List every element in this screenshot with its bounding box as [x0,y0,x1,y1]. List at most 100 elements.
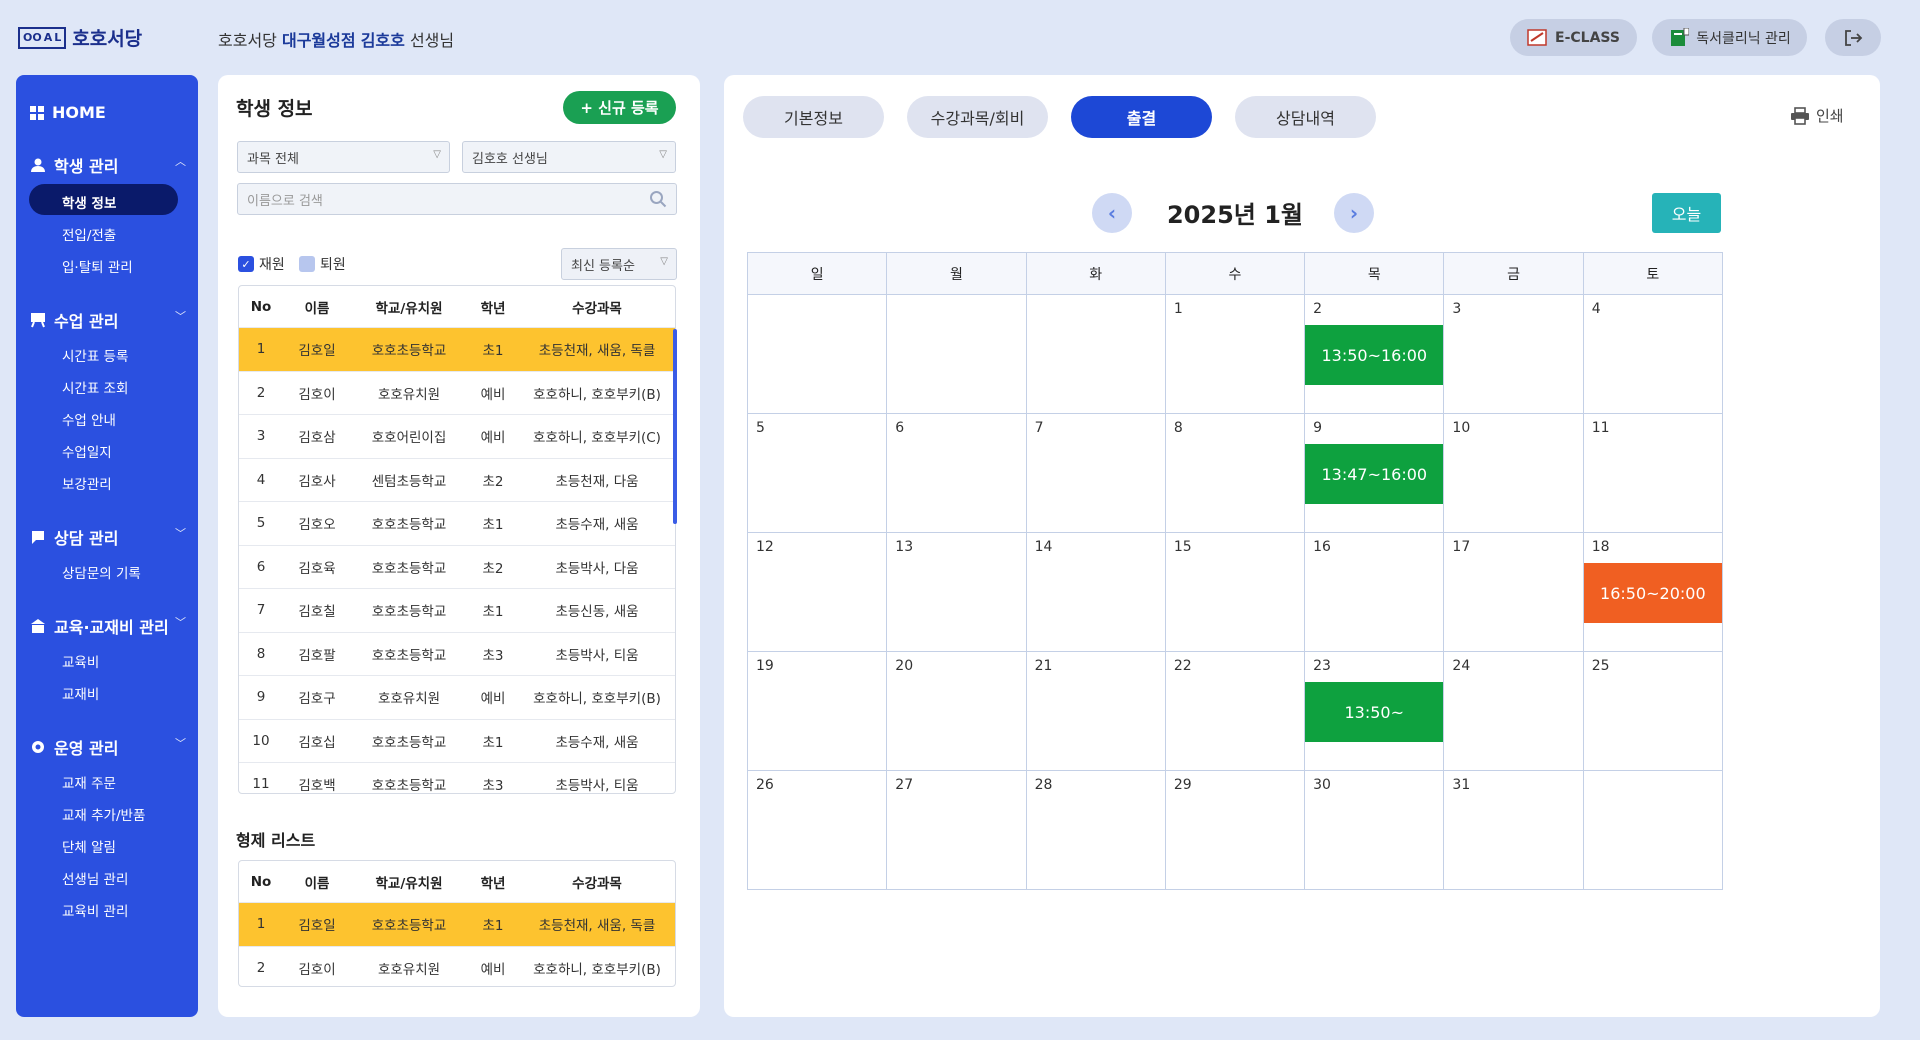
tab-courses-fees[interactable]: 수강과목/회비 [907,96,1048,138]
sidebar-section-fees[interactable]: 교육·교재비 관리 ﹀ [30,614,190,638]
calendar-day-cell[interactable] [886,294,1027,414]
sidebar-item-consult-log[interactable]: 상담문의 기록 [62,562,141,582]
calendar-day-cell[interactable]: 9 13:47~16:00 [1304,413,1445,533]
calendar-day-cell[interactable]: 17 [1443,532,1584,652]
sidebar-item-textbook-order[interactable]: 교재 주문 [62,772,116,792]
logo-mark-letter: OO [23,31,42,44]
sidebar-item-material-fee[interactable]: 교재비 [62,683,99,703]
table-scrollbar[interactable] [673,329,677,524]
today-button[interactable]: 오늘 [1652,193,1721,233]
calendar-day-cell[interactable]: 13 [886,532,1027,652]
table-row[interactable]: 7 김호칠 호호초등학교 초1 초등신동, 새움 [239,589,675,633]
brand-logo[interactable]: OO A L 호호서당 [18,24,142,51]
sidebar-item-timetable-register[interactable]: 시간표 등록 [62,345,128,365]
calendar-day-cell[interactable]: 24 [1443,651,1584,771]
sort-value: 최신 등록순 [571,258,635,274]
table-row[interactable]: 5 김호오 호호초등학교 초1 초등수재, 새움 [239,502,675,546]
withdrawn-checkbox[interactable]: 퇴원 [299,254,346,274]
sidebar-item-textbook-return[interactable]: 교재 추가/반품 [62,804,145,824]
calendar-day-cell[interactable]: 25 [1582,651,1723,771]
reading-clinic-button[interactable]: 독서클리닉 관리 [1652,19,1807,56]
attendance-event[interactable]: 13:50~16:00 [1305,325,1444,385]
calendar-day-cell[interactable]: 12 [747,532,888,652]
calendar-day-cell[interactable]: 1 [1164,294,1306,414]
calendar-day-cell[interactable]: 28 [1025,770,1166,890]
calendar-day-cell[interactable]: 11 [1582,413,1723,533]
new-student-button[interactable]: + 신규 등록 [563,91,676,124]
calendar-day-cell[interactable]: 10 [1443,413,1584,533]
sidebar-item-class-log[interactable]: 수업일지 [62,441,112,461]
eclass-button[interactable]: E-CLASS [1510,19,1637,56]
table-row[interactable]: 6 김호육 호호초등학교 초2 초등박사, 다움 [239,546,675,589]
table-cell: 김호칠 [298,604,336,621]
sidebar-section-student[interactable]: 학생 관리 ︿ [30,153,190,177]
calendar-day-cell[interactable] [1582,770,1723,890]
attendance-event[interactable]: 16:50~20:00 [1583,563,1722,623]
table-row[interactable]: 3 김호삼 호호어린이집 예비 호호하니, 호호부키(C) [239,415,675,459]
table-row[interactable]: 4 김호사 센텀초등학교 초2 초등천재, 다움 [239,459,675,502]
logout-button[interactable] [1825,19,1881,56]
tab-attendance[interactable]: 출결 [1071,96,1212,138]
calendar-day-cell[interactable] [747,294,888,414]
calendar-day-cell[interactable]: 4 [1582,294,1723,414]
attendance-event[interactable]: 13:47~16:00 [1305,444,1444,504]
table-row[interactable]: 1 김호일 호호초등학교 초1 초등천재, 새움, 독클 [239,328,675,372]
calendar-day-cell[interactable]: 8 [1164,413,1306,533]
calendar-day-cell[interactable]: 21 [1025,651,1166,771]
sidebar-item-student-info[interactable]: 학생 정보 [62,192,116,212]
calendar-day-cell[interactable]: 7 [1025,413,1166,533]
table-row[interactable]: 9 김호구 호호유치원 예비 호호하니, 호호부키(B) [239,676,675,720]
calendar-day-cell[interactable]: 29 [1164,770,1306,890]
sidebar-section-consult[interactable]: 상담 관리 ﹀ [30,525,190,549]
print-button[interactable]: 인쇄 [1790,105,1844,126]
table-row[interactable]: 8 김호팔 호호초등학교 초3 초등박사, 티움 [239,633,675,676]
table-row[interactable]: 11 김호백 호호초등학교 초3 초등박사, 티움 [239,763,675,793]
subject-filter-select[interactable]: 과목 전체 ▽ [237,141,450,173]
calendar-day-cell[interactable]: 16 [1304,532,1445,652]
calendar-day-cell[interactable]: 30 [1304,770,1445,890]
student-search-input[interactable]: 이름으로 검색 [237,183,677,215]
calendar-day-cell[interactable]: 20 [886,651,1027,771]
sidebar-item-timetable-view[interactable]: 시간표 조회 [62,377,128,397]
sidebar-section-operations[interactable]: 운영 관리 ﹀ [30,735,190,759]
calendar-day-cell[interactable]: 6 [886,413,1027,533]
table-row[interactable]: 1 김호일 호호초등학교 초1 초등천재, 새움, 독클 [239,903,675,947]
sort-select[interactable]: 최신 등록순 ▽ [561,248,677,280]
calendar-day-cell[interactable]: 2 13:50~16:00 [1304,294,1445,414]
sidebar-item-group-notice[interactable]: 단체 알림 [62,836,116,856]
calendar-day-cell[interactable] [1025,294,1166,414]
sidebar-item-class-guide[interactable]: 수업 안내 [62,409,116,429]
prev-month-button[interactable]: ‹ [1092,193,1132,233]
attendance-event[interactable]: 13:50~ [1305,682,1444,742]
tab-consult-history[interactable]: 상담내역 [1235,96,1376,138]
sidebar-item-teacher-manage[interactable]: 선생님 관리 [62,868,128,888]
calendar-day-cell[interactable]: 14 [1025,532,1166,652]
tab-basic-info[interactable]: 기본정보 [743,96,884,138]
calendar-day-cell[interactable]: 23 13:50~ [1304,651,1445,771]
calendar-day-cell[interactable]: 18 16:50~20:00 [1582,532,1723,652]
table-row[interactable]: 10 김호십 호호초등학교 초1 초등수재, 새움 [239,720,675,763]
calendar-day-cell[interactable]: 31 [1443,770,1584,890]
sidebar-item-tuition[interactable]: 교육비 [62,651,99,671]
teacher-filter-select[interactable]: 김호호 선생님 ▽ [462,141,676,173]
table-cell: 초등수재, 새움 [555,734,639,751]
calendar-day-cell[interactable]: 27 [886,770,1027,890]
sidebar-section-class[interactable]: 수업 관리 ﹀ [30,308,190,332]
sidebar-home[interactable]: HOME [30,103,106,122]
calendar-day-cell[interactable]: 5 [747,413,888,533]
enrolled-checkbox[interactable]: ✓ 재원 [238,254,285,274]
sidebar-item-enroll-withdraw[interactable]: 입·탈퇴 관리 [62,256,133,276]
calendar-day-cell[interactable]: 15 [1164,532,1306,652]
calendar-day-cell[interactable]: 26 [747,770,888,890]
calendar-day-cell[interactable]: 22 [1164,651,1306,771]
siblings-table: No 이름 학교/유치원 학년 수강과목 1 김호일 호호초등학교 초1 초등천재, 새… [238,860,676,987]
sidebar-item-transfer[interactable]: 전입/전출 [62,224,116,244]
calendar-day-cell[interactable]: 3 [1443,294,1584,414]
sidebar-item-tuition-manage[interactable]: 교육비 관리 [62,900,128,920]
sidebar-item-makeup[interactable]: 보강관리 [62,473,112,493]
calendar-day-cell[interactable]: 19 [747,651,888,771]
next-month-button[interactable]: › [1334,193,1374,233]
section-label: 학생 관리 [54,157,119,176]
table-row[interactable]: 2 김호이 호호유치원 예비 호호하니, 호호부키(B) [239,372,675,415]
table-row[interactable]: 2 김호이 호호유치원 예비 호호하니, 호호부키(B) [239,947,675,987]
